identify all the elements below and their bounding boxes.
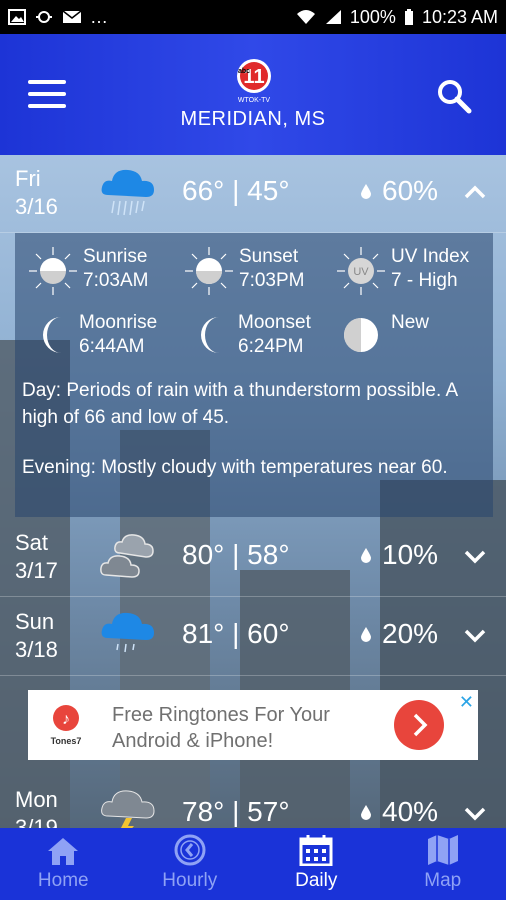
moon-phase-label: New <box>391 312 430 333</box>
station-logo: 11 abc WTOK-TV <box>237 59 271 104</box>
svg-text:WTOK-TV: WTOK-TV <box>238 97 270 104</box>
mail-icon <box>62 10 82 23</box>
ringtone-app-logo: ♪ Tones7 <box>51 705 82 746</box>
sunrise-icon <box>29 247 77 295</box>
moonset-time: 6:24PM <box>238 336 304 357</box>
menu-button[interactable] <box>28 80 66 108</box>
calendar-icon <box>299 835 333 866</box>
evening-forecast-text: Evening: Mostly cloudy with temperatures… <box>22 457 448 478</box>
temperature-range: 66° | 45° <box>182 175 290 206</box>
precip-chance: 10% <box>360 539 438 571</box>
day-row-sun[interactable]: Sun 3/18 81° | 60° 20% <box>0 598 506 676</box>
svg-text:Tones7: Tones7 <box>51 736 82 746</box>
signal-icon <box>325 10 341 24</box>
precip-chance: 60% <box>360 175 438 207</box>
day-detail-panel: Sunrise 7:03AM Sunset 7:03PM UV UV Index 7 … <box>15 233 493 517</box>
raindrop-icon <box>361 805 371 820</box>
moon-phase-icon <box>344 318 378 352</box>
location-title[interactable]: MERIDIAN, MS <box>0 108 506 131</box>
uv-value: 7 - High <box>391 270 458 291</box>
map-icon <box>427 835 458 865</box>
chevron-up-icon[interactable] <box>462 179 488 205</box>
moonset-label: Moonset <box>238 312 311 333</box>
ad-text: Free Ringtones For Your Android & iPhone! <box>112 704 330 752</box>
tab-daily[interactable]: Daily <box>253 828 380 900</box>
tab-home[interactable]: Home <box>0 828 127 900</box>
moonset-icon <box>201 317 219 353</box>
chevron-down-icon[interactable] <box>462 800 488 826</box>
moonrise-time: 6:44AM <box>79 336 145 357</box>
wifi-icon <box>296 10 315 24</box>
svg-text:♪: ♪ <box>62 711 70 728</box>
chevron-down-icon[interactable] <box>462 622 488 648</box>
bottom-nav: Home Hourly Daily Map <box>0 828 506 900</box>
svg-text:abc: abc <box>238 68 250 75</box>
chevron-down-icon[interactable] <box>462 543 488 569</box>
rain-cloud-icon <box>101 612 154 653</box>
moonrise-icon <box>43 317 61 353</box>
battery-percent: 100% <box>349 6 396 27</box>
temperature-range: 81° | 60° <box>182 618 290 649</box>
precip-chance: 40% <box>360 796 438 828</box>
raindrop-icon <box>361 184 371 199</box>
tab-hourly[interactable]: Hourly <box>127 828 254 900</box>
tab-map[interactable]: Map <box>380 828 506 900</box>
uv-icon: UV <box>337 247 385 295</box>
raindrop-icon <box>361 548 371 563</box>
day-label: Sat 3/17 <box>15 530 58 583</box>
sunset-time: 7:03PM <box>239 270 305 291</box>
home-icon <box>48 838 79 865</box>
clock-icon <box>174 834 206 866</box>
sunrise-time: 7:03AM <box>83 270 149 291</box>
clock-time: 10:23 AM <box>421 6 498 27</box>
temperature-range: 80° | 58° <box>182 539 290 570</box>
ad-banner[interactable]: ♪ Tones7 Free Ringtones For Your Android &… <box>28 690 478 760</box>
temperature-range: 78° | 57° <box>182 796 290 827</box>
gallery-icon <box>8 9 26 25</box>
sunrise-label: Sunrise <box>83 246 148 267</box>
battery-icon <box>404 9 413 25</box>
sunset-label: Sunset <box>239 246 299 267</box>
raindrop-icon <box>361 627 371 642</box>
day-row-fri[interactable]: Fri 3/16 66° | 45° 60% <box>0 155 506 233</box>
day-forecast-text: Day: Periods of rain with a thunderstorm… <box>22 380 458 428</box>
search-icon[interactable] <box>436 78 472 114</box>
day-row-sat[interactable]: Sat 3/17 80° | 58° 10% <box>0 519 506 597</box>
rain-cloud-icon <box>101 169 154 216</box>
uv-label: UV Index <box>391 246 470 267</box>
precip-chance: 20% <box>360 618 438 650</box>
cloudy-icon <box>100 534 154 578</box>
cast-icon <box>36 11 52 23</box>
app-header: 11 abc WTOK-TV MERIDIAN, MS <box>0 34 506 155</box>
day-label: Sun 3/18 <box>15 609 58 662</box>
moonrise-label: Moonrise <box>79 312 158 333</box>
day-label: Fri 3/16 <box>15 166 58 219</box>
ad-close-icon[interactable]: ✕ <box>459 692 474 713</box>
svg-text:UV: UV <box>353 266 369 278</box>
more-notifications: … <box>90 6 108 27</box>
status-bar: … 100% 10:23 AM <box>0 0 506 34</box>
chevron-right-icon <box>413 713 428 737</box>
ad-go-button[interactable] <box>394 700 444 750</box>
sunset-icon <box>185 247 233 295</box>
